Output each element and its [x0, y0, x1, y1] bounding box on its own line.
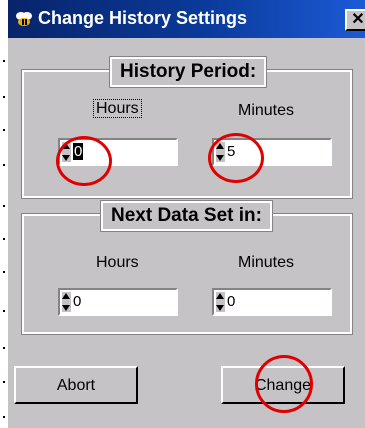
change-button[interactable]: Change — [221, 366, 345, 404]
dialog-window: Change History Settings ✕ History Period… — [8, 0, 365, 428]
close-button[interactable]: ✕ — [345, 9, 365, 31]
history-period-legend: History Period: — [108, 56, 268, 88]
next-hours-value: 0 — [73, 293, 82, 310]
history-hours-spinner[interactable] — [62, 142, 71, 162]
next-data-set-group: Next Data Set in: Hours Minutes 0 0 — [21, 200, 353, 335]
spin-down-icon[interactable] — [216, 305, 224, 311]
bee-icon — [16, 12, 32, 26]
title-bar[interactable]: Change History Settings ✕ — [8, 0, 365, 38]
next-hours-spinner[interactable] — [62, 292, 71, 312]
dialog-title: Change History Settings — [38, 8, 248, 28]
history-minutes-spinner[interactable] — [216, 142, 225, 162]
abort-button[interactable]: Abort — [14, 366, 138, 404]
next-hours-label: Hours — [96, 254, 139, 271]
spin-down-icon[interactable] — [62, 155, 70, 161]
next-minutes-label: Minutes — [238, 254, 295, 271]
history-hours-label: Hours — [93, 99, 142, 118]
spin-down-icon[interactable] — [216, 155, 224, 161]
next-minutes-spinner[interactable] — [216, 292, 225, 312]
history-minutes-field[interactable]: 5 — [212, 138, 332, 166]
history-hours-value: 0 — [73, 143, 84, 160]
spin-down-icon[interactable] — [62, 305, 70, 311]
spin-up-icon[interactable] — [216, 293, 224, 299]
spin-up-icon[interactable] — [216, 143, 224, 149]
spin-up-icon[interactable] — [62, 143, 70, 149]
next-hours-field[interactable]: 0 — [58, 288, 178, 316]
history-hours-label-wrap: Hours — [93, 99, 142, 118]
history-period-group: History Period: Hours Minutes 0 5 — [21, 56, 353, 199]
next-data-set-legend: Next Data Set in: — [100, 200, 273, 232]
next-minutes-field[interactable]: 0 — [212, 288, 332, 316]
spin-up-icon[interactable] — [62, 293, 70, 299]
left-edge-dots — [0, 0, 8, 428]
history-minutes-label: Minutes — [238, 102, 295, 119]
close-icon: ✕ — [351, 11, 365, 28]
next-minutes-value: 0 — [227, 293, 236, 310]
history-minutes-value: 5 — [227, 143, 236, 160]
history-hours-field[interactable]: 0 — [58, 138, 178, 166]
